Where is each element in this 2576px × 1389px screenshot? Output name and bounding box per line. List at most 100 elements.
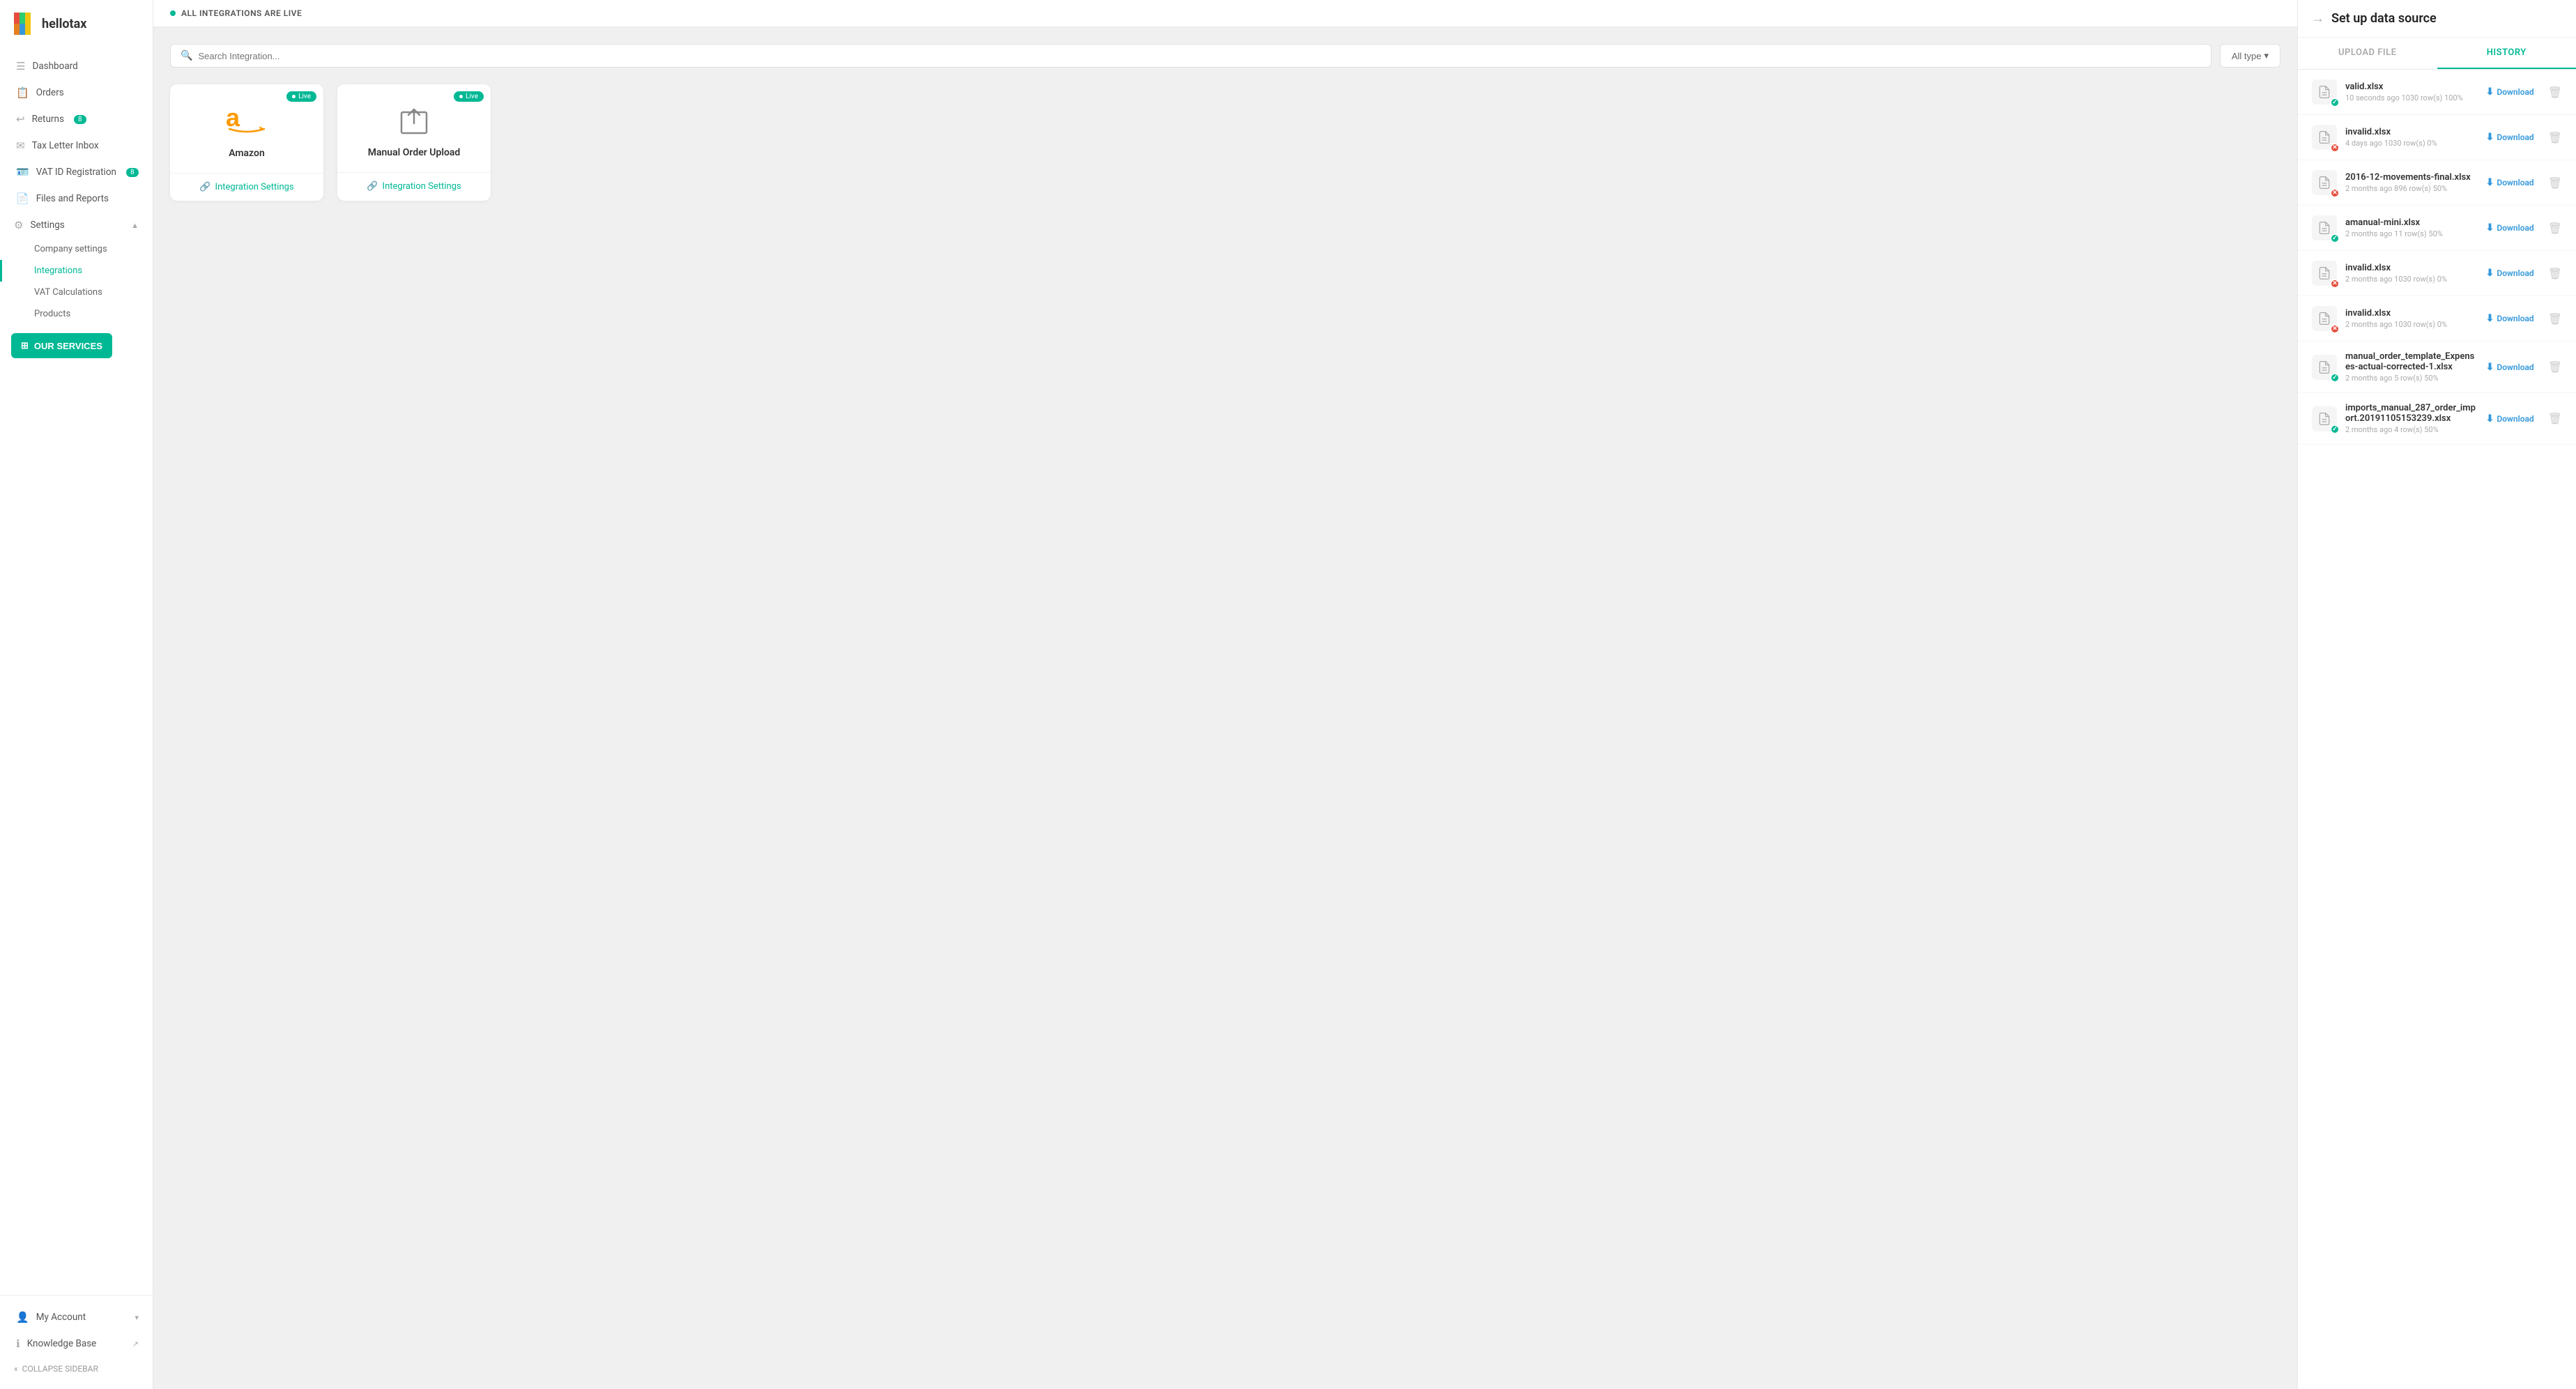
search-bar[interactable]: 🔍: [170, 44, 2211, 68]
file-svg: [2317, 360, 2331, 374]
filter-button[interactable]: All type ▾: [2220, 44, 2280, 68]
file-icon: ✓: [2312, 79, 2337, 105]
collapse-label: COLLAPSE SIDEBAR: [22, 1364, 98, 1374]
settings-chevron-icon: ▲: [131, 221, 139, 230]
our-services-button[interactable]: ⊞ OUR SERVICES: [11, 333, 112, 358]
download-button[interactable]: ⬇ Download: [2486, 313, 2534, 324]
status-icon: ✕: [2330, 188, 2340, 198]
settings-subnav: Company settings Integrations VAT Calcul…: [0, 238, 153, 325]
download-button[interactable]: ⬇ Download: [2486, 177, 2534, 188]
sidebar-item-orders[interactable]: 📋 Orders: [0, 79, 153, 106]
file-name: imports_manual_287_order_import.20191105…: [2345, 403, 2478, 424]
sidebar-item-vat-calculations[interactable]: VAT Calculations: [0, 282, 153, 303]
download-button[interactable]: ⬇ Download: [2486, 268, 2534, 279]
download-button[interactable]: ⬇ Download: [2486, 413, 2534, 424]
vat-id-icon: 🪪: [16, 166, 29, 178]
search-icon: 🔍: [181, 50, 192, 61]
file-name: amanual-mini.xlsx: [2345, 217, 2478, 228]
download-icon: ⬇: [2486, 222, 2494, 233]
tax-letter-label: Tax Letter Inbox: [32, 140, 99, 151]
amazon-integration-link[interactable]: 🔗 Integration Settings: [184, 182, 309, 192]
main-content: ALL INTEGRATIONS ARE LIVE 🔍 All type ▾ L…: [153, 0, 2297, 1389]
delete-button[interactable]: 🗑: [2548, 222, 2562, 235]
tab-history[interactable]: HISTORY: [2437, 38, 2576, 69]
file-name: invalid.xlsx: [2345, 308, 2478, 319]
file-info: invalid.xlsx 2 months ago 1030 row(s) 0%: [2345, 263, 2478, 284]
top-bar: ALL INTEGRATIONS ARE LIVE: [153, 0, 2297, 27]
download-button[interactable]: ⬇ Download: [2486, 86, 2534, 98]
tax-letter-icon: ✉: [16, 139, 25, 152]
collapse-sidebar-button[interactable]: « COLLAPSE SIDEBAR: [0, 1357, 153, 1381]
history-item: ✓ manual_order_template_Expenses-actual-…: [2298, 342, 2576, 393]
history-item: ✓ imports_manual_287_order_import.201911…: [2298, 393, 2576, 445]
file-info: 2016-12-movements-final.xlsx 2 months ag…: [2345, 172, 2478, 193]
panel-back-button[interactable]: →: [2312, 11, 2324, 26]
search-input[interactable]: [198, 51, 2200, 61]
sidebar-item-returns[interactable]: ↩ Returns 8: [0, 106, 153, 132]
panel-header: → Set up data source: [2298, 0, 2576, 38]
sidebar-item-dashboard[interactable]: ☰ Dashboard: [0, 53, 153, 79]
amazon-card-name: Amazon: [229, 148, 265, 159]
delete-button[interactable]: 🗑: [2548, 360, 2562, 374]
integrations-area: 🔍 All type ▾ Live a: [153, 27, 2297, 1389]
status-icon: ✓: [2330, 424, 2340, 434]
orders-icon: 📋: [16, 86, 29, 99]
delete-button[interactable]: 🗑: [2548, 86, 2562, 99]
amazon-live-label: Live: [298, 93, 311, 100]
sidebar: hellotax ☰ Dashboard 📋 Orders ↩ Returns …: [0, 0, 153, 1389]
manual-upload-card-header: Live Manual Order Upload: [337, 84, 491, 172]
status-icon: ✕: [2330, 324, 2340, 334]
file-name: 2016-12-movements-final.xlsx: [2345, 172, 2478, 183]
sidebar-item-integrations[interactable]: Integrations: [0, 260, 153, 282]
amazon-card-footer: 🔗 Integration Settings: [170, 173, 323, 201]
download-button[interactable]: ⬇ Download: [2486, 362, 2534, 373]
download-label: Download: [2497, 314, 2533, 323]
delete-button[interactable]: 🗑: [2548, 267, 2562, 280]
file-name: manual_order_template_Expenses-actual-co…: [2345, 351, 2478, 372]
status-icon: ✕: [2330, 143, 2340, 153]
tab-upload-file[interactable]: UPLOAD FILE: [2298, 38, 2437, 69]
file-meta: 2 months ago 896 row(s) 50%: [2345, 184, 2478, 193]
file-info: invalid.xlsx 2 months ago 1030 row(s) 0%: [2345, 308, 2478, 329]
company-settings-label: Company settings: [34, 244, 107, 254]
filter-chevron-icon: ▾: [2264, 50, 2269, 61]
manual-upload-integration-link[interactable]: 🔗 Integration Settings: [351, 181, 477, 192]
sidebar-item-my-account[interactable]: 👤 My Account ▾: [0, 1304, 153, 1330]
delete-button[interactable]: 🗑: [2548, 412, 2562, 425]
my-account-icon: 👤: [16, 1311, 29, 1323]
sidebar-item-files[interactable]: 📄 Files and Reports: [0, 185, 153, 212]
sidebar-item-products[interactable]: Products: [0, 303, 153, 325]
sidebar-item-tax-letter[interactable]: ✉ Tax Letter Inbox: [0, 132, 153, 159]
download-icon: ⬇: [2486, 313, 2494, 324]
history-item: ✕ invalid.xlsx 2 months ago 1030 row(s) …: [2298, 251, 2576, 296]
manual-upload-live-badge: Live: [454, 91, 484, 102]
sidebar-item-vat-id[interactable]: 🪪 VAT ID Registration 8: [0, 159, 153, 185]
file-name: valid.xlsx: [2345, 82, 2478, 92]
delete-button[interactable]: 🗑: [2548, 131, 2562, 144]
files-icon: 📄: [16, 192, 29, 205]
amazon-link-label: Integration Settings: [215, 182, 294, 192]
integration-cards: Live a Amazon 🔗 Integration Setti: [170, 84, 2280, 201]
file-svg: [2317, 412, 2331, 426]
history-item: ✓ amanual-mini.xlsx 2 months ago 11 row(…: [2298, 206, 2576, 251]
history-item: ✕ invalid.xlsx 4 days ago 1030 row(s) 0%…: [2298, 115, 2576, 160]
file-icon: ✕: [2312, 306, 2337, 331]
logo-text: hellotax: [42, 17, 86, 31]
filter-label: All type: [2232, 51, 2262, 61]
sidebar-item-company-settings[interactable]: Company settings: [0, 238, 153, 260]
download-icon: ⬇: [2486, 413, 2494, 424]
collapse-icon: «: [14, 1364, 18, 1374]
our-services-label: OUR SERVICES: [34, 341, 102, 351]
download-label: Download: [2497, 223, 2533, 233]
products-label: Products: [34, 309, 70, 319]
panel-body: ✓ valid.xlsx 10 seconds ago 1030 row(s) …: [2298, 70, 2576, 1389]
file-icon: ✓: [2312, 215, 2337, 240]
download-button[interactable]: ⬇ Download: [2486, 222, 2534, 233]
delete-button[interactable]: 🗑: [2548, 176, 2562, 190]
sidebar-item-knowledge-base[interactable]: ℹ Knowledge Base ↗: [0, 1330, 153, 1357]
sidebar-item-settings[interactable]: ⚙ Settings ▲: [0, 212, 153, 238]
download-button[interactable]: ⬇ Download: [2486, 132, 2534, 143]
file-icon: ✕: [2312, 125, 2337, 150]
delete-button[interactable]: 🗑: [2548, 312, 2562, 325]
amazon-live-dot: [292, 95, 296, 98]
